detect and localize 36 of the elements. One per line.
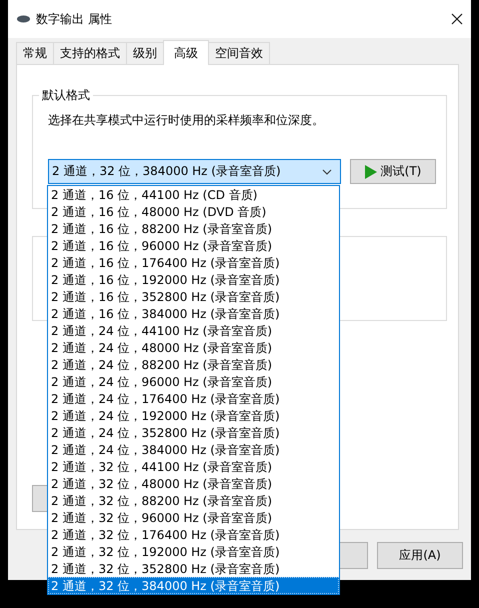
dropdown-option[interactable]: 2 通道，32 位，96000 Hz (录音室音质) (48, 509, 339, 526)
tab[interactable]: 空间音效 (208, 42, 270, 64)
test-button[interactable]: 测试(T) (350, 159, 436, 184)
dropdown-option[interactable]: 2 通道，24 位，352800 Hz (录音室音质) (48, 424, 339, 441)
dropdown-option[interactable]: 2 通道，16 位，352800 Hz (录音室音质) (48, 288, 339, 305)
dropdown-option[interactable]: 2 通道，24 位，192000 Hz (录音室音质) (48, 407, 339, 424)
dropdown-option[interactable]: 2 通道，32 位，88200 Hz (录音室音质) (48, 492, 339, 509)
dropdown-option[interactable]: 2 通道，24 位，44100 Hz (录音室音质) (48, 322, 339, 339)
dropdown-option[interactable]: 2 通道，24 位，176400 Hz (录音室音质) (48, 390, 339, 407)
dropdown-option[interactable]: 2 通道，32 位，48000 Hz (录音室音质) (48, 475, 339, 492)
play-icon (364, 164, 377, 178)
description-text: 选择在共享模式中运行时使用的采样频率和位深度。 (48, 112, 325, 129)
dropdown-option[interactable]: 2 通道，32 位，192000 Hz (录音室音质) (48, 543, 339, 560)
dropdown-option[interactable]: 2 通道，24 位，88200 Hz (录音室音质) (48, 356, 339, 373)
dropdown-option[interactable]: 2 通道，24 位，384000 Hz (录音室音质) (48, 441, 339, 458)
dropdown-option[interactable]: 2 通道，32 位，384000 Hz (录音室音质) (48, 577, 339, 594)
dropdown-option[interactable]: 2 通道，16 位，88200 Hz (录音室音质) (48, 220, 339, 237)
dropdown-option[interactable]: 2 通道，16 位，96000 Hz (录音室音质) (48, 237, 339, 254)
dropdown-option[interactable]: 2 通道，16 位，192000 Hz (录音室音质) (48, 271, 339, 288)
dropdown-option[interactable]: 2 通道，16 位，48000 Hz (DVD 音质) (48, 203, 339, 220)
format-dropdown[interactable]: 2 通道，32 位，384000 Hz (录音室音质) (48, 159, 341, 184)
dropdown-option[interactable]: 2 通道，24 位，96000 Hz (录音室音质) (48, 373, 339, 390)
group-title: 默认格式 (41, 87, 91, 104)
window-title: 数字输出 属性 (36, 10, 113, 28)
dropdown-option[interactable]: 2 通道，16 位，384000 Hz (录音室音质) (48, 305, 339, 322)
apply-button[interactable]: 应用(A) (377, 542, 463, 569)
chevron-down-icon (322, 168, 332, 174)
dropdown-option[interactable]: 2 通道，16 位，176400 Hz (录音室音质) (48, 254, 339, 271)
dropdown-option[interactable]: 2 通道，32 位，44100 Hz (录音室音质) (48, 458, 339, 475)
tab[interactable]: 常规 (16, 42, 54, 64)
dropdown-option[interactable]: 2 通道，32 位，176400 Hz (录音室音质) (48, 526, 339, 543)
dropdown-option[interactable]: 2 通道，16 位，44100 Hz (CD 音质) (48, 186, 339, 203)
close-icon[interactable] (451, 13, 463, 25)
dropdown-option[interactable]: 2 通道，24 位，48000 Hz (录音室音质) (48, 339, 339, 356)
tab[interactable]: 高级 (163, 40, 209, 65)
dropdown-option[interactable]: 2 通道，32 位，352800 Hz (录音室音质) (48, 560, 339, 577)
